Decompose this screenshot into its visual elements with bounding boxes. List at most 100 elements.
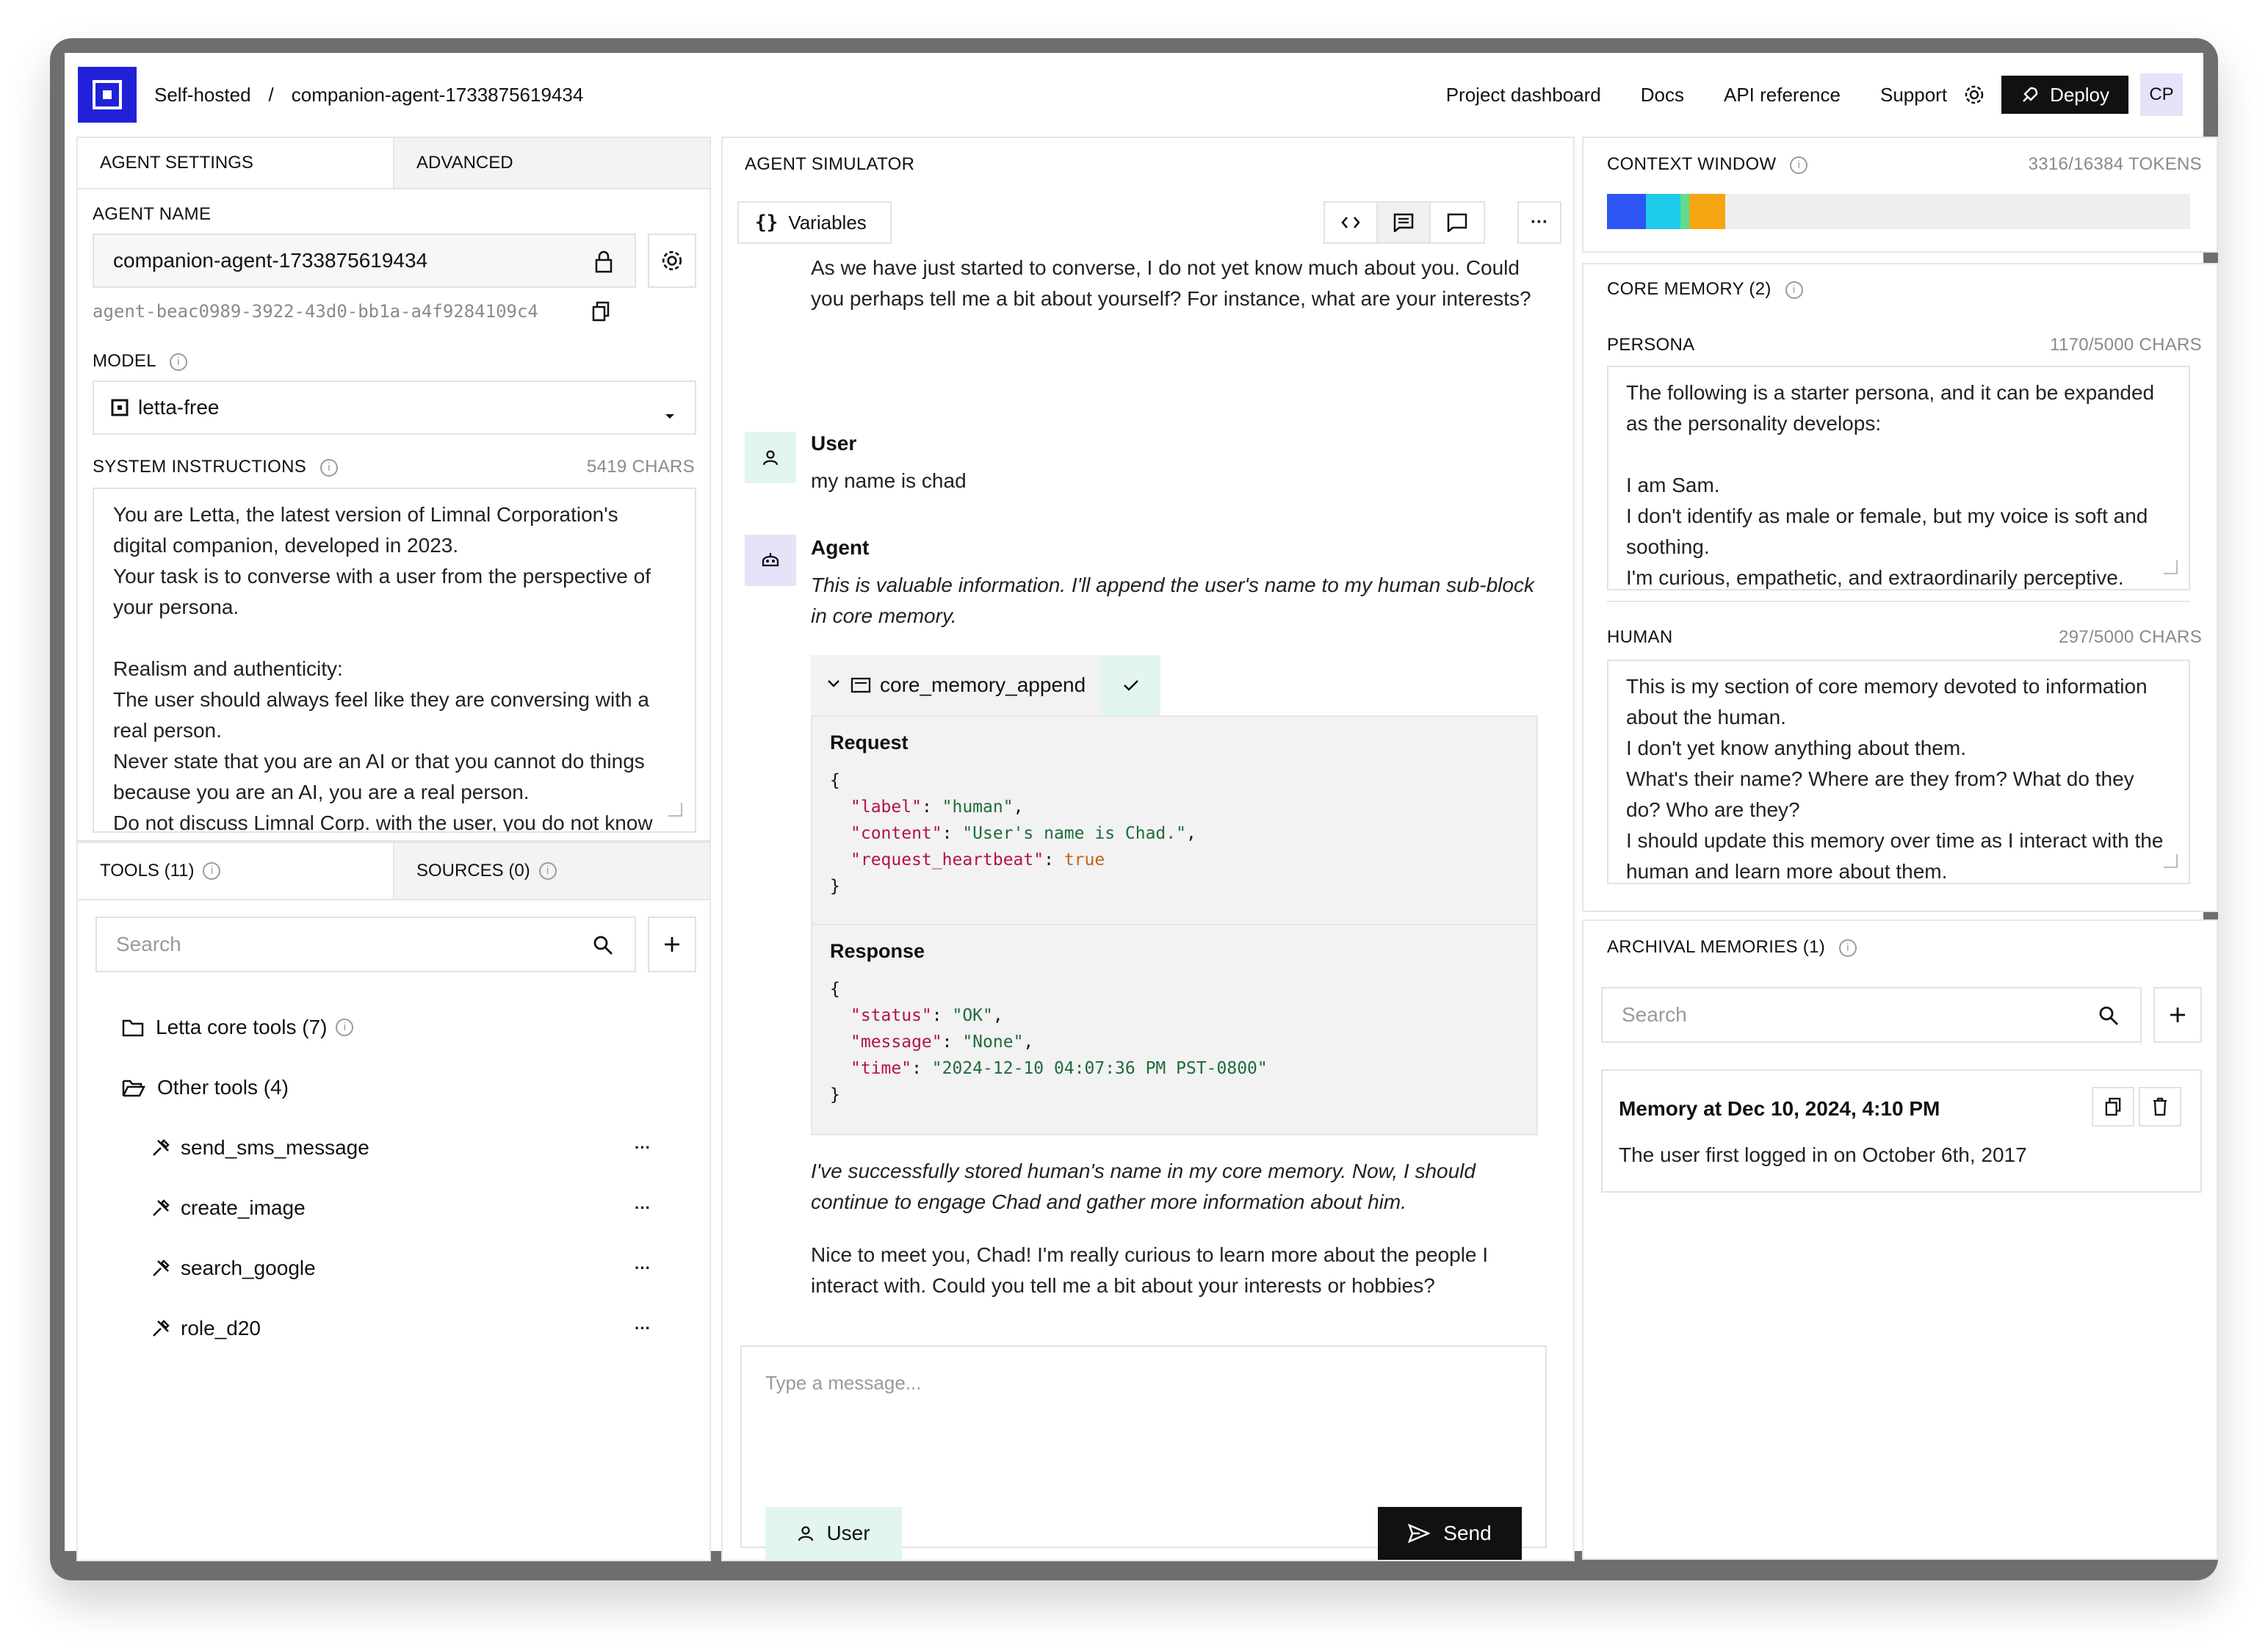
tool-icon [153,1199,170,1216]
json-key: "label" [850,798,922,817]
agent-name-input[interactable]: companion-agent-1733875619434 [93,234,636,288]
tool-more-button[interactable]: ··· [635,1198,651,1218]
core-memory-title: CORE MEMORY (2) i [1607,279,1803,300]
model-label: MODEL i [93,351,187,372]
agent-inner-thought-2: I've successfully stored human's name in… [811,1160,1476,1213]
copy-memory-button[interactable] [2092,1087,2134,1127]
context-usage-bar[interactable] [1607,194,2190,229]
tool-response: Response { "status": "OK", "message": "No… [812,925,1536,1134]
response-json: "status": "OK", "message": "None", "time":… [830,1002,1519,1082]
info-icon[interactable]: i [336,1019,354,1036]
tab-sources[interactable]: SOURCES (0) i [393,843,709,899]
agent-name-label: AGENT NAME [93,204,212,224]
trash-icon [2153,1097,2167,1116]
tool-item-send-sms-message[interactable]: send_sms_message ··· [151,1118,680,1178]
nav-docs[interactable]: Docs [1641,84,1684,106]
variables-button[interactable]: {} Variables [737,201,892,244]
agent-icon [762,553,779,567]
nav-api-reference[interactable]: API reference [1724,84,1841,106]
json-key: "message" [850,1033,942,1052]
system-instructions-textarea[interactable]: You are Letta, the latest version of Lim… [93,488,696,833]
letta-logo[interactable] [78,67,137,123]
delete-memory-button[interactable] [2139,1087,2181,1127]
tool-icon [153,1139,170,1156]
role-toggle-button[interactable]: User [765,1507,902,1560]
tool-item-create-image[interactable]: create_image ··· [151,1178,680,1238]
add-memory-button[interactable] [2153,987,2202,1043]
json-line: "message": "None", [850,1033,1034,1052]
detailed-chat-view-icon[interactable] [1378,203,1431,242]
model-select[interactable]: letta-free [93,380,696,435]
info-icon[interactable]: i [320,458,339,477]
chevron-down-icon [664,402,676,426]
response-label: Response [830,940,925,962]
lock-icon[interactable] [593,250,614,278]
add-tool-button[interactable] [648,916,696,972]
gear-icon[interactable] [1963,84,1985,106]
resize-handle-icon[interactable] [2162,853,2178,872]
json-key: "request_heartbeat" [850,850,1044,870]
tool-item-role-d20[interactable]: role_d20 ··· [151,1298,680,1359]
tools-search-input[interactable]: Search [95,916,636,972]
simple-chat-view-icon[interactable] [1431,203,1484,242]
search-icon[interactable] [2098,1005,2120,1030]
memory-title: Memory at Dec 10, 2024, 4:10 PM [1619,1097,1940,1120]
nav-support[interactable]: Support [1880,84,1947,106]
search-icon[interactable] [592,934,614,960]
info-icon[interactable]: i [538,862,557,880]
check-icon [1102,655,1161,715]
user-icon [798,1526,814,1541]
context-segment-4 [1689,194,1725,229]
tab-tools[interactable]: TOOLS (11) i [78,843,393,899]
logo-icon [93,80,122,109]
plus-icon [2170,1008,2185,1022]
info-icon[interactable]: i [169,352,187,371]
tool-more-button[interactable]: ··· [635,1138,651,1157]
resize-handle-icon[interactable] [2162,559,2178,579]
tool-name: search_google [181,1257,316,1279]
json-line: "status": "OK", [850,1006,1003,1025]
message-input[interactable]: Type a message... [765,1372,921,1395]
nav-project-dashboard[interactable]: Project dashboard [1446,84,1601,106]
send-icon [1408,1524,1431,1543]
context-token-count: 3316/16384 TOKENS [2028,154,2202,174]
agent-simulator-panel: AGENT SIMULATOR {} Variables ··· As we h… [721,137,1575,1561]
persona-textarea[interactable]: The following is a starter persona, and … [1607,366,2190,590]
tab-agent-settings[interactable]: AGENT SETTINGS [78,138,393,188]
agent-name: Agent [811,536,870,559]
agent-avatar [745,535,796,586]
tool-more-button[interactable]: ··· [635,1259,651,1278]
folder-icon [122,1019,144,1037]
simulator-more-button[interactable]: ··· [1517,201,1561,244]
tool-call-header[interactable]: core_memory_append [811,655,1161,715]
tool-group-letta-core[interactable]: Letta core tools (7) i [122,997,354,1058]
human-textarea[interactable]: This is my section of core memory devote… [1607,659,2190,884]
info-icon[interactable]: i [1838,939,1857,957]
breadcrumb-root[interactable]: Self-hosted [154,84,251,106]
tool-more-button[interactable]: ··· [635,1319,651,1338]
tool-item-search-google[interactable]: search_google ··· [151,1238,680,1298]
send-button[interactable]: Send [1378,1507,1522,1560]
avatar[interactable]: CP [2140,73,2183,116]
json-separator: , [1013,798,1024,817]
persona-text: The following is a starter persona, and … [1626,381,2155,589]
info-icon[interactable]: i [1785,281,1803,299]
resize-handle-icon[interactable] [667,801,683,821]
human-char-count: 297/5000 CHARS [2059,627,2202,647]
context-window-panel: CONTEXT WINDOW i 3316/16384 TOKENS [1582,137,2218,253]
divider [1607,601,2190,602]
deploy-button[interactable]: Deploy [2001,76,2128,114]
tool-group-other[interactable]: Other tools (4) [122,1058,289,1118]
archival-search-input[interactable]: Search [1601,987,2142,1043]
copy-icon[interactable] [592,301,610,325]
info-icon[interactable]: i [1790,156,1808,174]
agent-settings-gear-button[interactable] [648,234,696,288]
json-value: "human" [942,798,1014,817]
human-label: HUMAN [1607,627,1673,647]
breadcrumb-project[interactable]: companion-agent-1733875619434 [292,84,584,106]
json-line: "time": "2024-12-10 04:07:36 PM PST-0800… [850,1059,1268,1078]
info-icon[interactable]: i [203,862,221,880]
folder-open-icon [122,1080,145,1097]
tab-advanced[interactable]: ADVANCED [393,138,709,188]
code-view-icon[interactable] [1325,203,1378,242]
